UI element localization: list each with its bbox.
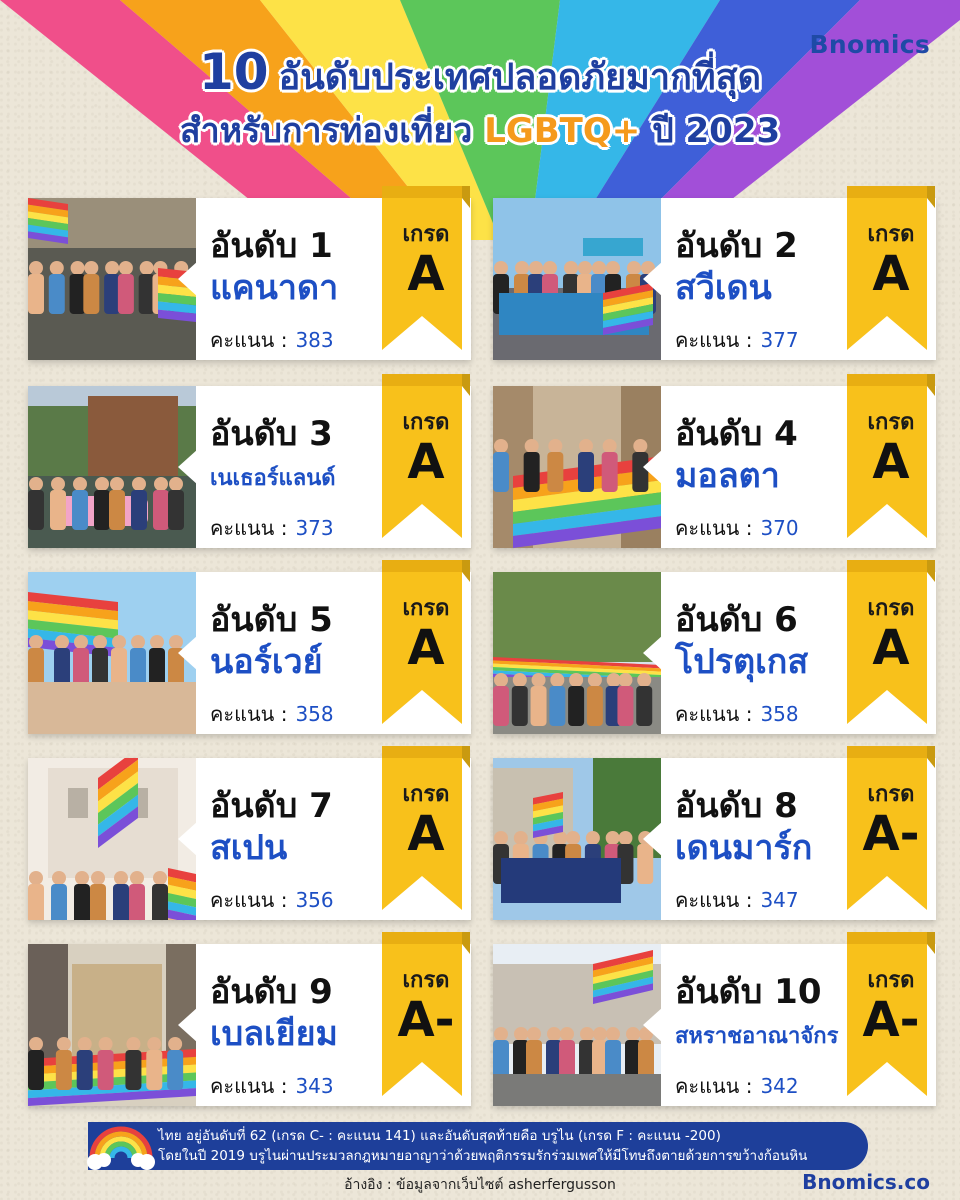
ranking-card: อันดับ 3 เนเธอร์แลนด์ คะแนน :373 เกรด A [28, 374, 471, 548]
country-photo [28, 386, 196, 548]
score-row: คะแนน : 342 [675, 1070, 799, 1102]
country-name: สวีเดน [675, 268, 772, 308]
score-row: คะแนน : 347 [675, 884, 799, 916]
title-highlight: LGBTQ+ [484, 111, 641, 151]
score-row: คะแนน : 377 [675, 324, 799, 356]
grade-value: A [872, 620, 910, 676]
ranking-card: อันดับ 8 เดนมาร์ก คะแนน :347 เกรด A- [493, 746, 936, 920]
country-photo [28, 758, 196, 920]
ranking-card: อันดับ 2 สวีเดน คะแนน :377 เกรด A [493, 186, 936, 360]
score-row: คะแนน : 356 [210, 884, 334, 916]
country-name: เบลเยียม [210, 1014, 338, 1054]
title-line1: อันดับประเทศปลอดภัยมากที่สุด [278, 57, 762, 98]
grade-value: A [872, 246, 910, 302]
country-photo [28, 572, 196, 734]
grade-value: A- [862, 806, 920, 862]
country-name: สเปน [210, 828, 288, 868]
grade-value: A [872, 434, 910, 490]
country-photo [28, 198, 196, 360]
country-name: มอลตา [675, 456, 780, 496]
country-photo [493, 572, 661, 734]
score-label: คะแนน : [210, 888, 288, 912]
title-number: 10 [198, 43, 269, 101]
ranking-card: อันดับ 7 สเปน คะแนน :356 เกรด A [28, 746, 471, 920]
ranking-card: อันดับ 10 สหราชอาณาจักร คะแนน :342 เกรด … [493, 932, 936, 1106]
score-label: คะแนน : [210, 1074, 288, 1098]
score-value: 370 [760, 516, 799, 540]
grade-value: A [407, 620, 445, 676]
country-name: เนเธอร์แลนด์ [210, 466, 336, 491]
score-value: 358 [295, 702, 334, 726]
country-name: แคนาดา [210, 268, 339, 308]
country-photo [493, 386, 661, 548]
score-label: คะแนน : [210, 516, 288, 540]
title-line2-post: ปี 2023 [652, 111, 781, 151]
score-row: คะแนน : 358 [210, 698, 334, 730]
country-name: เดนมาร์ก [675, 828, 813, 868]
site-url: Bnomics.co [802, 1170, 930, 1194]
score-value: 342 [760, 1074, 799, 1098]
page-title: 10 อันดับประเทศปลอดภัยมากที่สุด สำหรับการ… [0, 44, 960, 156]
score-label: คะแนน : [675, 328, 753, 352]
score-value: 356 [295, 888, 334, 912]
score-row: คะแนน : 370 [675, 512, 799, 544]
ranking-card: อันดับ 1 แคนาดา คะแนน :383 เกรด A [28, 186, 471, 360]
title-line2-pre: สำหรับการท่องเที่ยว [179, 111, 473, 151]
rank-label: อันดับ 3 [210, 414, 333, 454]
ranking-card: อันดับ 4 มอลตา คะแนน :370 เกรด A [493, 374, 936, 548]
score-label: คะแนน : [675, 516, 753, 540]
rank-label: อันดับ 10 [675, 972, 822, 1012]
ranking-card: อันดับ 5 นอร์เวย์ คะแนน :358 เกรด A [28, 560, 471, 734]
country-name: โปรตุเกส [675, 642, 809, 682]
score-value: 373 [295, 516, 334, 540]
grade-value: A- [862, 992, 920, 1048]
score-value: 347 [760, 888, 799, 912]
score-label: คะแนน : [675, 1074, 753, 1098]
grade-value: A- [397, 992, 455, 1048]
score-row: คะแนน : 373 [210, 512, 334, 544]
country-photo [493, 944, 661, 1106]
score-value: 358 [760, 702, 799, 726]
country-photo [28, 944, 196, 1106]
score-value: 377 [760, 328, 799, 352]
score-value: 343 [295, 1074, 334, 1098]
score-row: คะแนน : 343 [210, 1070, 334, 1102]
country-photo [493, 758, 661, 920]
ranking-card: อันดับ 6 โปรตุเกส คะแนน :358 เกรด A [493, 560, 936, 734]
rainbow-cloud-icon [87, 1126, 155, 1170]
country-photo [493, 198, 661, 360]
grade-value: A [407, 434, 445, 490]
score-label: คะแนน : [675, 702, 753, 726]
score-label: คะแนน : [210, 328, 288, 352]
score-row: คะแนน : 383 [210, 324, 334, 356]
footer-line1: ไทย อยู่อันดับที่ 62 (เกรด C- : คะแนน 14… [158, 1128, 721, 1144]
grade-value: A [407, 246, 445, 302]
footer-note: ไทย อยู่อันดับที่ 62 (เกรด C- : คะแนน 14… [88, 1122, 868, 1170]
score-value: 383 [295, 328, 334, 352]
ranking-card: อันดับ 9 เบลเยียม คะแนน :343 เกรด A- [28, 932, 471, 1106]
score-label: คะแนน : [675, 888, 753, 912]
footer-line2: โดยในปี 2019 บรูไนผ่านประมวลกฎหมายอาญาว่… [158, 1148, 808, 1164]
country-name: นอร์เวย์ [210, 642, 323, 682]
score-row: คะแนน : 358 [675, 698, 799, 730]
country-name: สหราชอาณาจักร [675, 1024, 839, 1049]
score-label: คะแนน : [210, 702, 288, 726]
grade-value: A [407, 806, 445, 862]
